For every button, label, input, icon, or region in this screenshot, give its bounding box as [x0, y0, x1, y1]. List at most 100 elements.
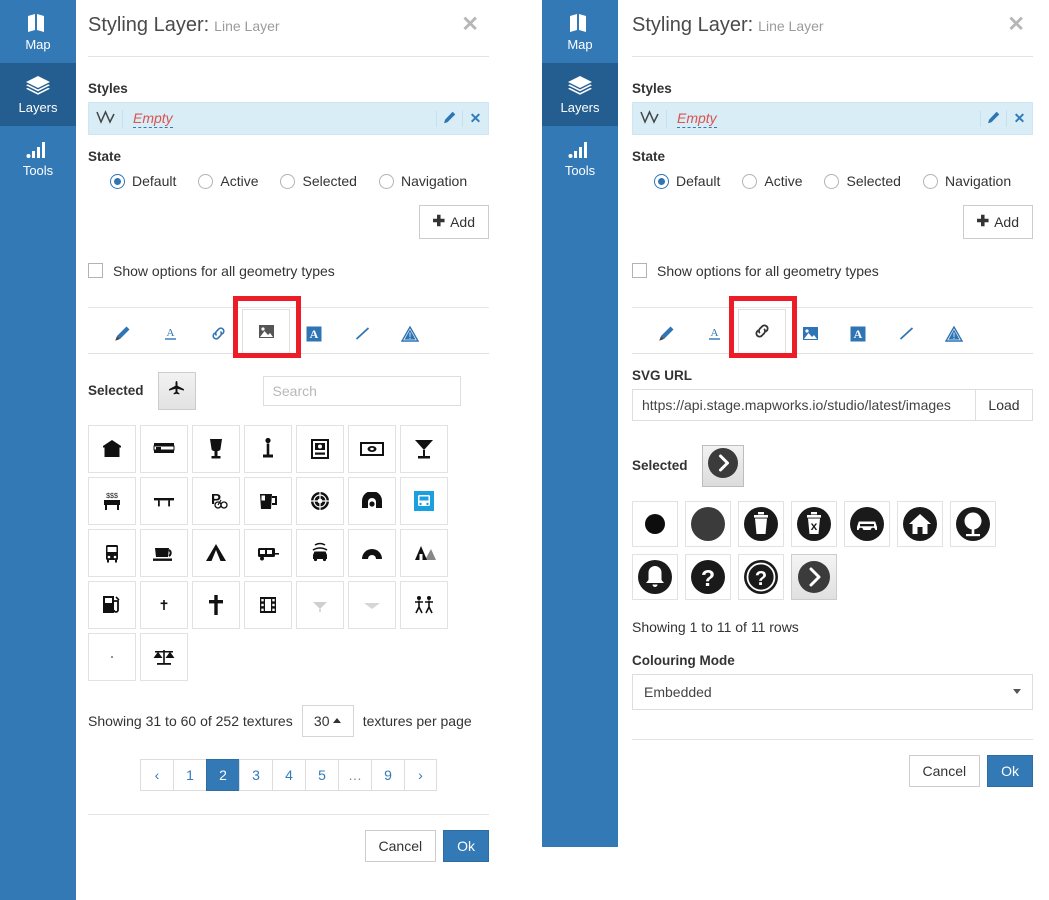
selected-texture-swatch[interactable]	[157, 371, 196, 410]
texture-cell-beer-mug[interactable]	[244, 476, 292, 525]
texture-cell-money-bench[interactable]: $$$	[88, 476, 136, 525]
radio-navigation[interactable]: Navigation	[378, 173, 467, 189]
radio-active[interactable]: Active	[742, 173, 802, 189]
svg-cell-tree-circle[interactable]	[950, 500, 996, 547]
page-4[interactable]: 4	[272, 758, 305, 791]
geometry-types-checkbox-row[interactable]: Show options for all geometry types	[88, 263, 489, 279]
add-button[interactable]: ✚ Add	[418, 205, 489, 239]
texture-cell-car-wash[interactable]	[296, 528, 344, 577]
search-input[interactable]	[262, 375, 461, 406]
page-9[interactable]: 9	[371, 758, 404, 791]
texture-cell-picnic-table[interactable]	[140, 476, 188, 525]
texture-cell-playground[interactable]	[400, 580, 448, 629]
sidebar-item-layers[interactable]: Layers	[542, 63, 618, 126]
tab-letter-a-box[interactable]: A	[834, 315, 882, 353]
texture-cell-dome[interactable]	[348, 528, 396, 577]
sidebar-item-map[interactable]: Map	[0, 0, 76, 63]
radio-default[interactable]: Default	[110, 173, 176, 189]
page-2[interactable]: 2	[206, 758, 239, 791]
geometry-types-checkbox[interactable]	[632, 263, 647, 278]
texture-cell-dot[interactable]	[88, 632, 136, 681]
texture-cell-scales[interactable]	[140, 632, 188, 681]
tab-brush[interactable]	[642, 315, 690, 353]
cancel-button[interactable]: Cancel	[364, 829, 437, 862]
texture-cell-bike-parking[interactable]: P	[192, 476, 240, 525]
svg-cell-car-circle[interactable]	[844, 500, 890, 547]
tab-line[interactable]	[882, 315, 930, 353]
page-1[interactable]: 1	[173, 758, 206, 791]
texture-cell-faint-tree[interactable]	[296, 580, 344, 629]
svg-cell-chevron-right-circle[interactable]	[791, 553, 837, 600]
texture-cell-target[interactable]	[296, 476, 344, 525]
radio-selected[interactable]: Selected	[824, 173, 901, 189]
texture-cell-bus[interactable]	[88, 528, 136, 577]
colouring-mode-select[interactable]: Embedded	[632, 673, 1033, 710]
tab-text[interactable]: A	[146, 315, 194, 353]
texture-cell-bus-station-blue[interactable]	[400, 476, 448, 525]
page-5[interactable]: 5	[305, 758, 338, 791]
geometry-types-checkbox[interactable]	[88, 263, 103, 278]
style-list-item[interactable]: Empty ✕	[88, 102, 489, 135]
texture-cell-tunnel[interactable]	[348, 476, 396, 525]
sidebar-item-layers[interactable]: Layers	[0, 63, 76, 126]
tab-link[interactable]	[738, 308, 786, 354]
svg-url-input[interactable]	[632, 388, 975, 421]
texture-cell-cocktail[interactable]	[400, 424, 448, 473]
radio-selected[interactable]: Selected	[280, 173, 357, 189]
close-icon[interactable]: ✕	[1007, 14, 1025, 35]
close-icon[interactable]: ✕	[461, 14, 479, 35]
svg-cell-trash-circle[interactable]	[738, 500, 784, 547]
texture-cell-bed[interactable]	[140, 424, 188, 473]
texture-cell-banknote[interactable]	[348, 424, 396, 473]
radio-navigation[interactable]: Navigation	[922, 173, 1011, 189]
tab-image[interactable]	[786, 315, 834, 353]
texture-cell-faint-line[interactable]	[348, 580, 396, 629]
page-next[interactable]: ›	[404, 758, 437, 791]
delete-style-icon[interactable]: ✕	[1006, 110, 1032, 127]
tab-warning[interactable]: !	[930, 315, 978, 353]
texture-cell-cross[interactable]	[192, 580, 240, 629]
radio-active[interactable]: Active	[198, 173, 258, 189]
tab-image[interactable]	[242, 308, 290, 354]
tab-link[interactable]	[194, 315, 242, 353]
texture-cell-atm[interactable]	[296, 424, 344, 473]
page-prev[interactable]: ‹	[140, 758, 173, 791]
texture-cell-film[interactable]	[244, 580, 292, 629]
texture-cell-tent[interactable]	[192, 528, 240, 577]
texture-cell-fuel-pump[interactable]	[88, 580, 136, 629]
sidebar-item-tools[interactable]: Tools	[542, 126, 618, 189]
sidebar-item-map[interactable]: Map	[542, 0, 618, 63]
ok-button[interactable]: Ok	[987, 754, 1033, 787]
texture-cell-caravan[interactable]	[244, 528, 292, 577]
load-button[interactable]: Load	[975, 388, 1033, 421]
radio-default[interactable]: Default	[654, 173, 720, 189]
texture-cell-small-cross[interactable]	[140, 580, 188, 629]
svg-cell-bell-circle[interactable]	[632, 553, 678, 600]
cancel-button[interactable]: Cancel	[908, 754, 981, 787]
delete-style-icon[interactable]: ✕	[462, 110, 488, 127]
add-button[interactable]: ✚ Add	[962, 205, 1033, 239]
tab-text[interactable]: A	[690, 315, 738, 353]
svg-cell-question-circle[interactable]: ?	[685, 553, 731, 600]
tab-brush[interactable]	[98, 315, 146, 353]
texture-cell-coffee-cup[interactable]	[140, 528, 188, 577]
pencil-icon[interactable]	[436, 110, 462, 127]
style-name[interactable]: Empty	[677, 110, 717, 128]
texture-cell-monument[interactable]	[244, 424, 292, 473]
tab-warning[interactable]: !	[386, 315, 434, 353]
texture-cell-shelter[interactable]	[88, 424, 136, 473]
svg-cell-home-circle[interactable]	[897, 500, 943, 547]
pencil-icon[interactable]	[980, 110, 1006, 127]
style-name[interactable]: Empty	[133, 110, 173, 128]
svg-cell-trash-x-circle[interactable]: x	[791, 500, 837, 547]
page-3[interactable]: 3	[239, 758, 272, 791]
ok-button[interactable]: Ok	[443, 829, 489, 862]
geometry-types-checkbox-row[interactable]: Show options for all geometry types	[632, 263, 1033, 279]
texture-cell-mountain-hut[interactable]	[400, 528, 448, 577]
svg-cell-large-filled-circle[interactable]	[685, 500, 731, 547]
sidebar-item-tools[interactable]: Tools	[0, 126, 76, 189]
svg-cell-question-ring-circle[interactable]: ?	[738, 553, 784, 600]
tab-line[interactable]	[338, 315, 386, 353]
per-page-dropdown[interactable]: 30	[301, 704, 354, 737]
selected-svg-swatch[interactable]	[701, 444, 744, 487]
